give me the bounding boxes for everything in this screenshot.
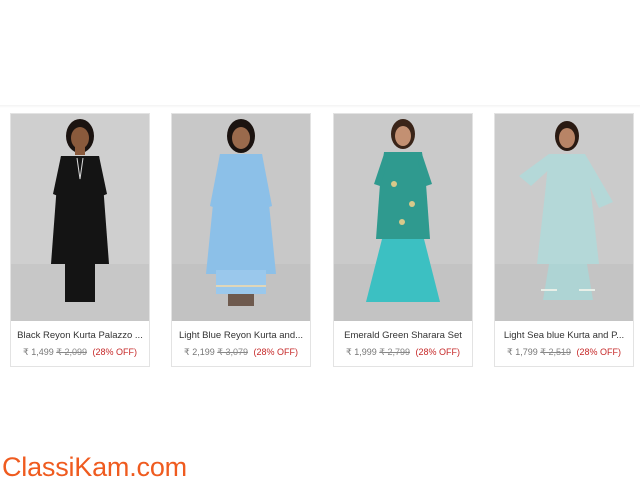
product-discount: (28% OFF) [92, 347, 138, 357]
product-price: ₹ 1,799 [506, 347, 538, 357]
product-image[interactable] [172, 114, 310, 321]
product-price-row: ₹ 1,499 ₹ 2,099 (28% OFF) [11, 347, 149, 358]
product-card[interactable]: Emerald Green Sharara Set ₹ 1,999 ₹ 2,79… [333, 113, 473, 367]
product-price-row: ₹ 1,799 ₹ 2,519 (28% OFF) [495, 347, 633, 358]
product-discount: (28% OFF) [253, 347, 299, 357]
product-name[interactable]: Light Sea blue Kurta and P... [495, 330, 633, 341]
product-card[interactable]: Light Sea blue Kurta and P... ₹ 1,799 ₹ … [494, 113, 634, 367]
product-mrp: ₹ 3,079 [217, 347, 248, 357]
product-price: ₹ 1,999 [345, 347, 377, 357]
product-card[interactable]: Light Blue Reyon Kurta and... ₹ 2,199 ₹ … [171, 113, 311, 367]
product-discount: (28% OFF) [415, 347, 461, 357]
product-card[interactable]: Black Reyon Kurta Palazzo ... ₹ 1,499 ₹ … [10, 113, 150, 367]
product-name[interactable]: Emerald Green Sharara Set [334, 330, 472, 341]
product-price: ₹ 2,199 [183, 347, 215, 357]
product-price-row: ₹ 1,999 ₹ 2,799 (28% OFF) [334, 347, 472, 358]
product-mrp: ₹ 2,799 [379, 347, 410, 357]
product-image[interactable] [11, 114, 149, 321]
product-price-row: ₹ 2,199 ₹ 3,079 (28% OFF) [172, 347, 310, 358]
product-name[interactable]: Black Reyon Kurta Palazzo ... [11, 330, 149, 341]
product-mrp: ₹ 2,519 [540, 347, 571, 357]
product-price: ₹ 1,499 [22, 347, 54, 357]
product-image[interactable] [334, 114, 472, 321]
product-mrp: ₹ 2,099 [56, 347, 87, 357]
section-divider [0, 105, 640, 108]
product-image[interactable] [495, 114, 633, 321]
product-discount: (28% OFF) [576, 347, 622, 357]
site-logo[interactable]: ClassiKam.com [2, 452, 187, 483]
product-name[interactable]: Light Blue Reyon Kurta and... [172, 330, 310, 341]
